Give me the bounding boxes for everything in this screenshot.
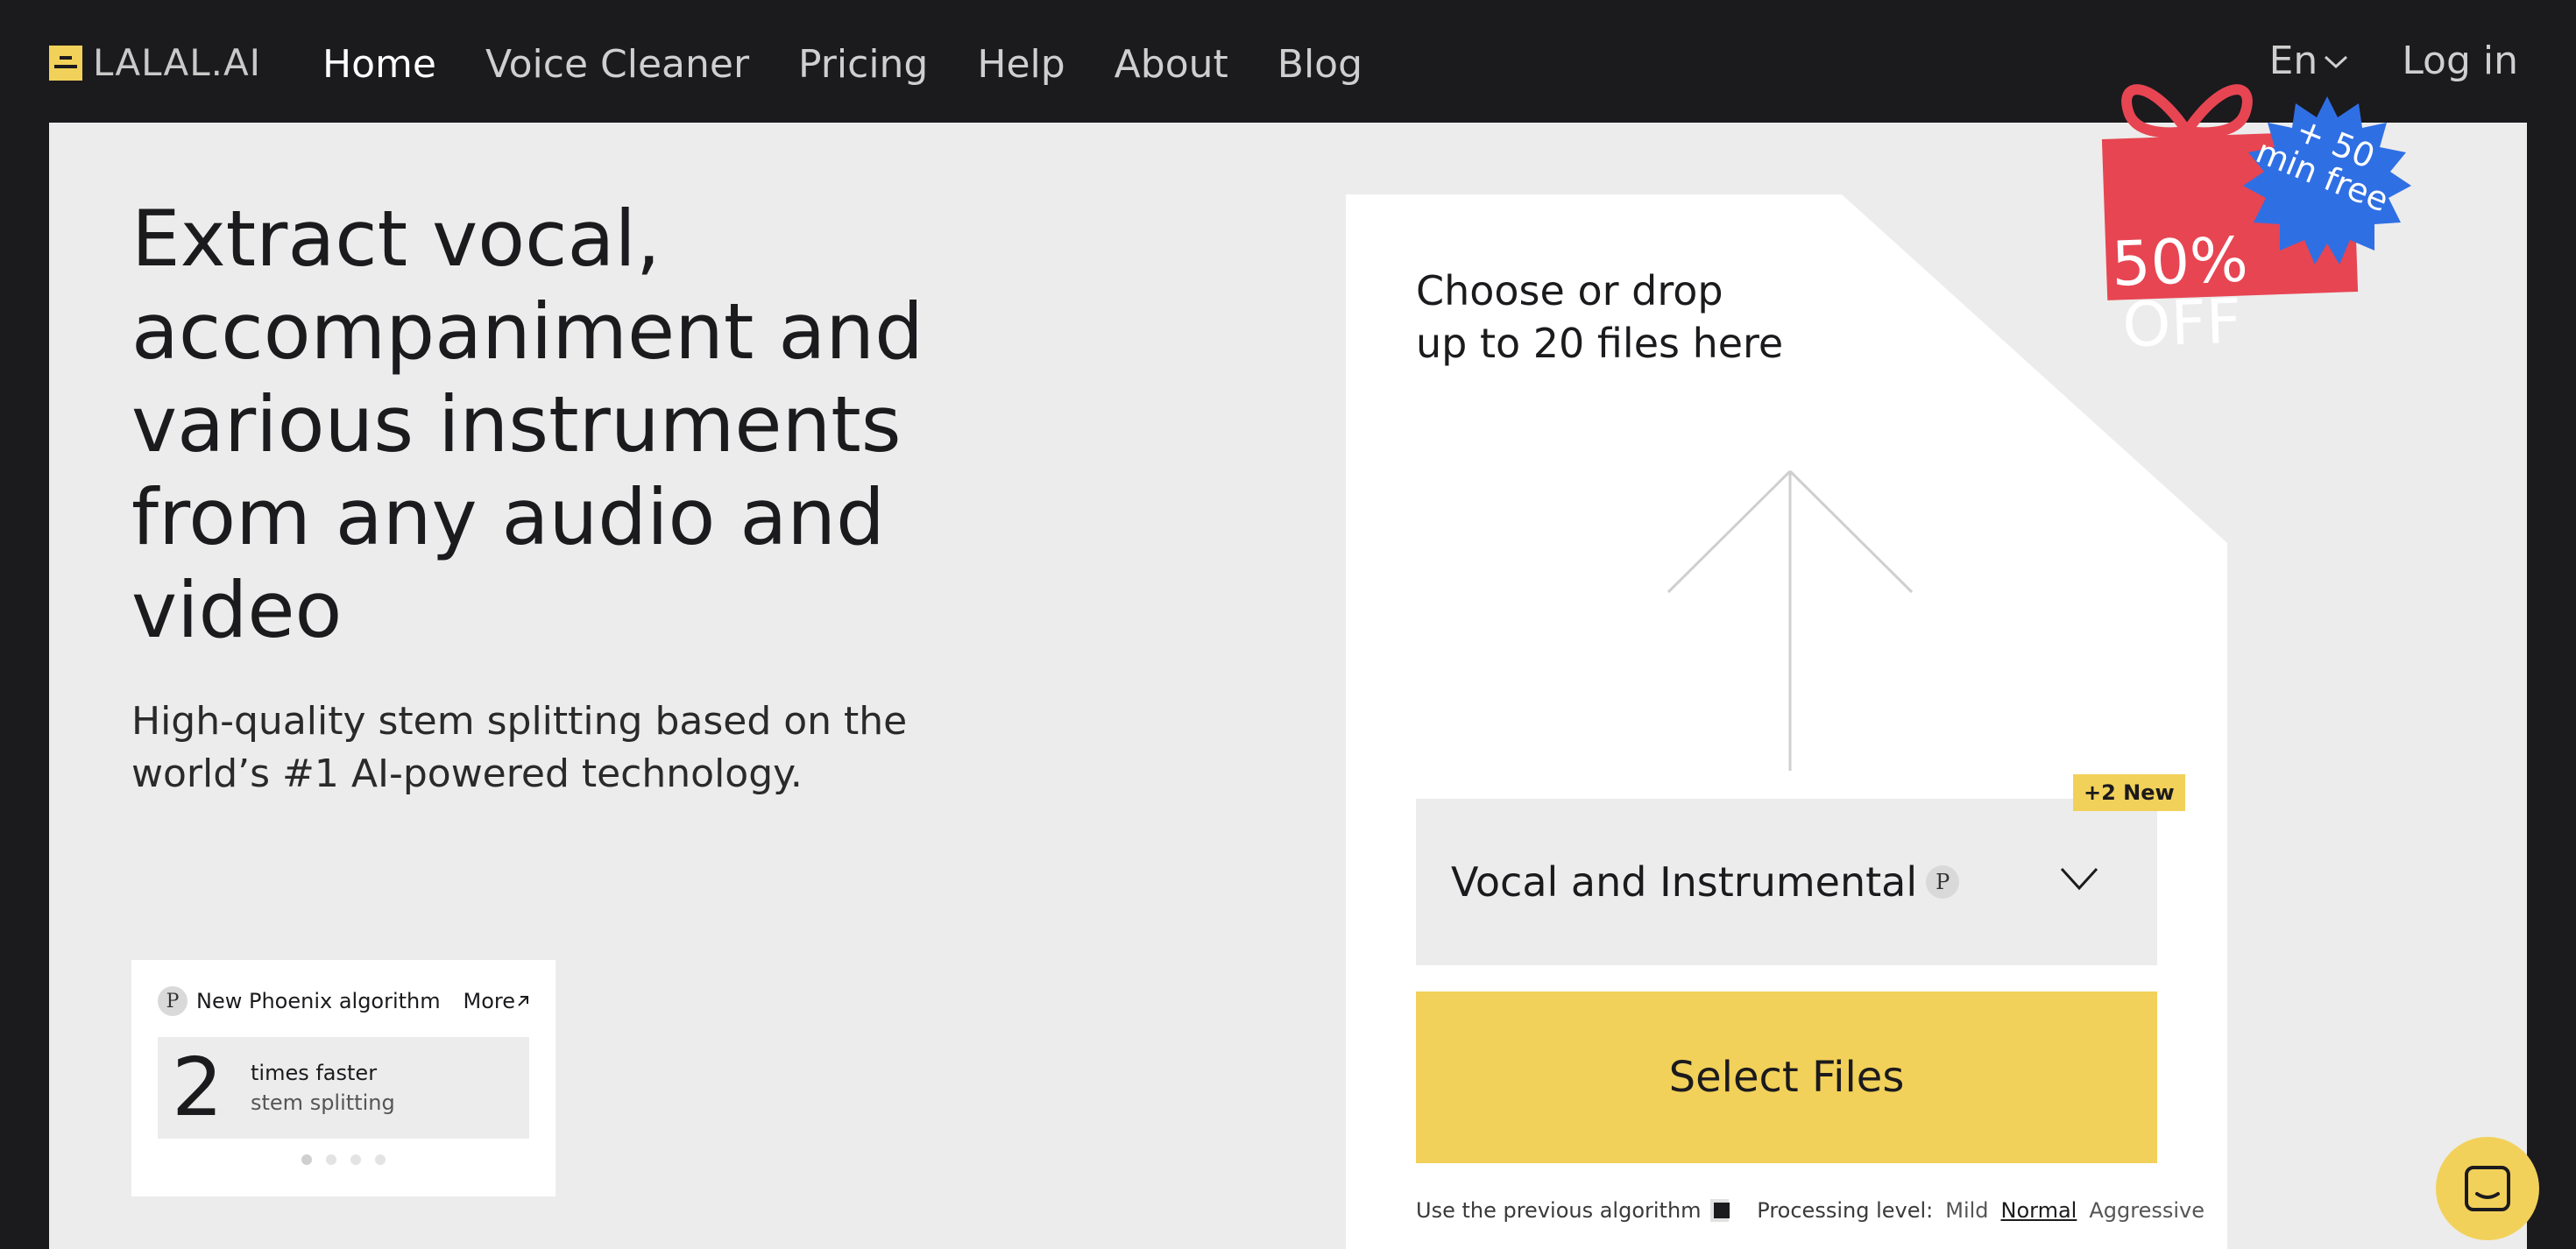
phoenix-icon: P (1926, 865, 1960, 899)
arrow-up-right-icon (518, 996, 528, 1006)
processing-level-label: Processing level: (1757, 1198, 1934, 1223)
new-badge: +2 New (2073, 774, 2185, 811)
nav-link-about[interactable]: About (1115, 40, 1228, 89)
select-files-button[interactable]: Select Files (1416, 991, 2157, 1163)
stat-number: 2 (172, 1041, 223, 1134)
previous-algorithm-label: Use the previous algorithm (1416, 1198, 1702, 1223)
promo-discount: 50% OFF (2110, 223, 2249, 362)
info-card: P New Phoenix algorithm More 2 times fas… (131, 960, 556, 1196)
stem-select[interactable]: Vocal and Instrumental P (1416, 799, 2157, 965)
login-link[interactable]: Log in (2402, 39, 2518, 83)
level-normal[interactable]: Normal (2001, 1198, 2077, 1223)
previous-algorithm-toggle[interactable] (1709, 1199, 1730, 1222)
nav-link-pricing[interactable]: Pricing (798, 40, 928, 89)
logo-text: LALAL.AI (93, 41, 262, 84)
nav-link-voice-cleaner[interactable]: Voice Cleaner (485, 40, 749, 89)
drop-zone-text: Choose or drop up to 20 files here (1416, 267, 1784, 367)
info-card-label: New Phoenix algorithm (196, 989, 441, 1013)
nav-link-blog[interactable]: Blog (1277, 40, 1362, 89)
chat-icon (2465, 1166, 2510, 1211)
carousel-dot[interactable] (350, 1154, 361, 1165)
level-aggressive[interactable]: Aggressive (2089, 1198, 2204, 1223)
phoenix-icon: P (158, 986, 188, 1016)
more-link-label: More (463, 989, 516, 1013)
nav-link-help[interactable]: Help (977, 40, 1065, 89)
logo-icon (49, 46, 82, 81)
carousel-dot[interactable] (301, 1154, 312, 1165)
upload-arrow-icon (1667, 469, 1914, 771)
info-stat: 2 times faster stem splitting (158, 1037, 529, 1139)
processing-options: Use the previous algorithm Processing le… (1416, 1198, 2204, 1223)
chevron-down-icon (2060, 867, 2098, 891)
upload-panel[interactable]: Choose or drop up to 20 files here Vocal… (1346, 194, 2227, 1249)
level-mild[interactable]: Mild (1945, 1198, 1988, 1223)
hero-title: Extract vocal, accompaniment and various… (131, 194, 924, 655)
more-link[interactable]: More (464, 989, 532, 1013)
carousel-dot[interactable] (375, 1154, 386, 1165)
hero-subtitle: High-quality stem splitting based on the… (131, 699, 908, 796)
stat-line-1: times faster (251, 1061, 378, 1085)
nav-link-home[interactable]: Home (322, 40, 436, 89)
chevron-down-icon (2325, 55, 2348, 68)
info-card-header: P New Phoenix algorithm More (158, 986, 531, 1016)
stat-line-2: stem splitting (251, 1090, 395, 1115)
nav-links: Home Voice Cleaner Pricing Help About Bl… (322, 40, 1412, 89)
carousel-dots (301, 1154, 386, 1165)
stem-select-value: Vocal and Instrumental (1451, 858, 1918, 906)
chat-button[interactable] (2436, 1137, 2539, 1240)
carousel-dot[interactable] (326, 1154, 336, 1165)
logo[interactable]: LALAL.AI (49, 41, 262, 84)
